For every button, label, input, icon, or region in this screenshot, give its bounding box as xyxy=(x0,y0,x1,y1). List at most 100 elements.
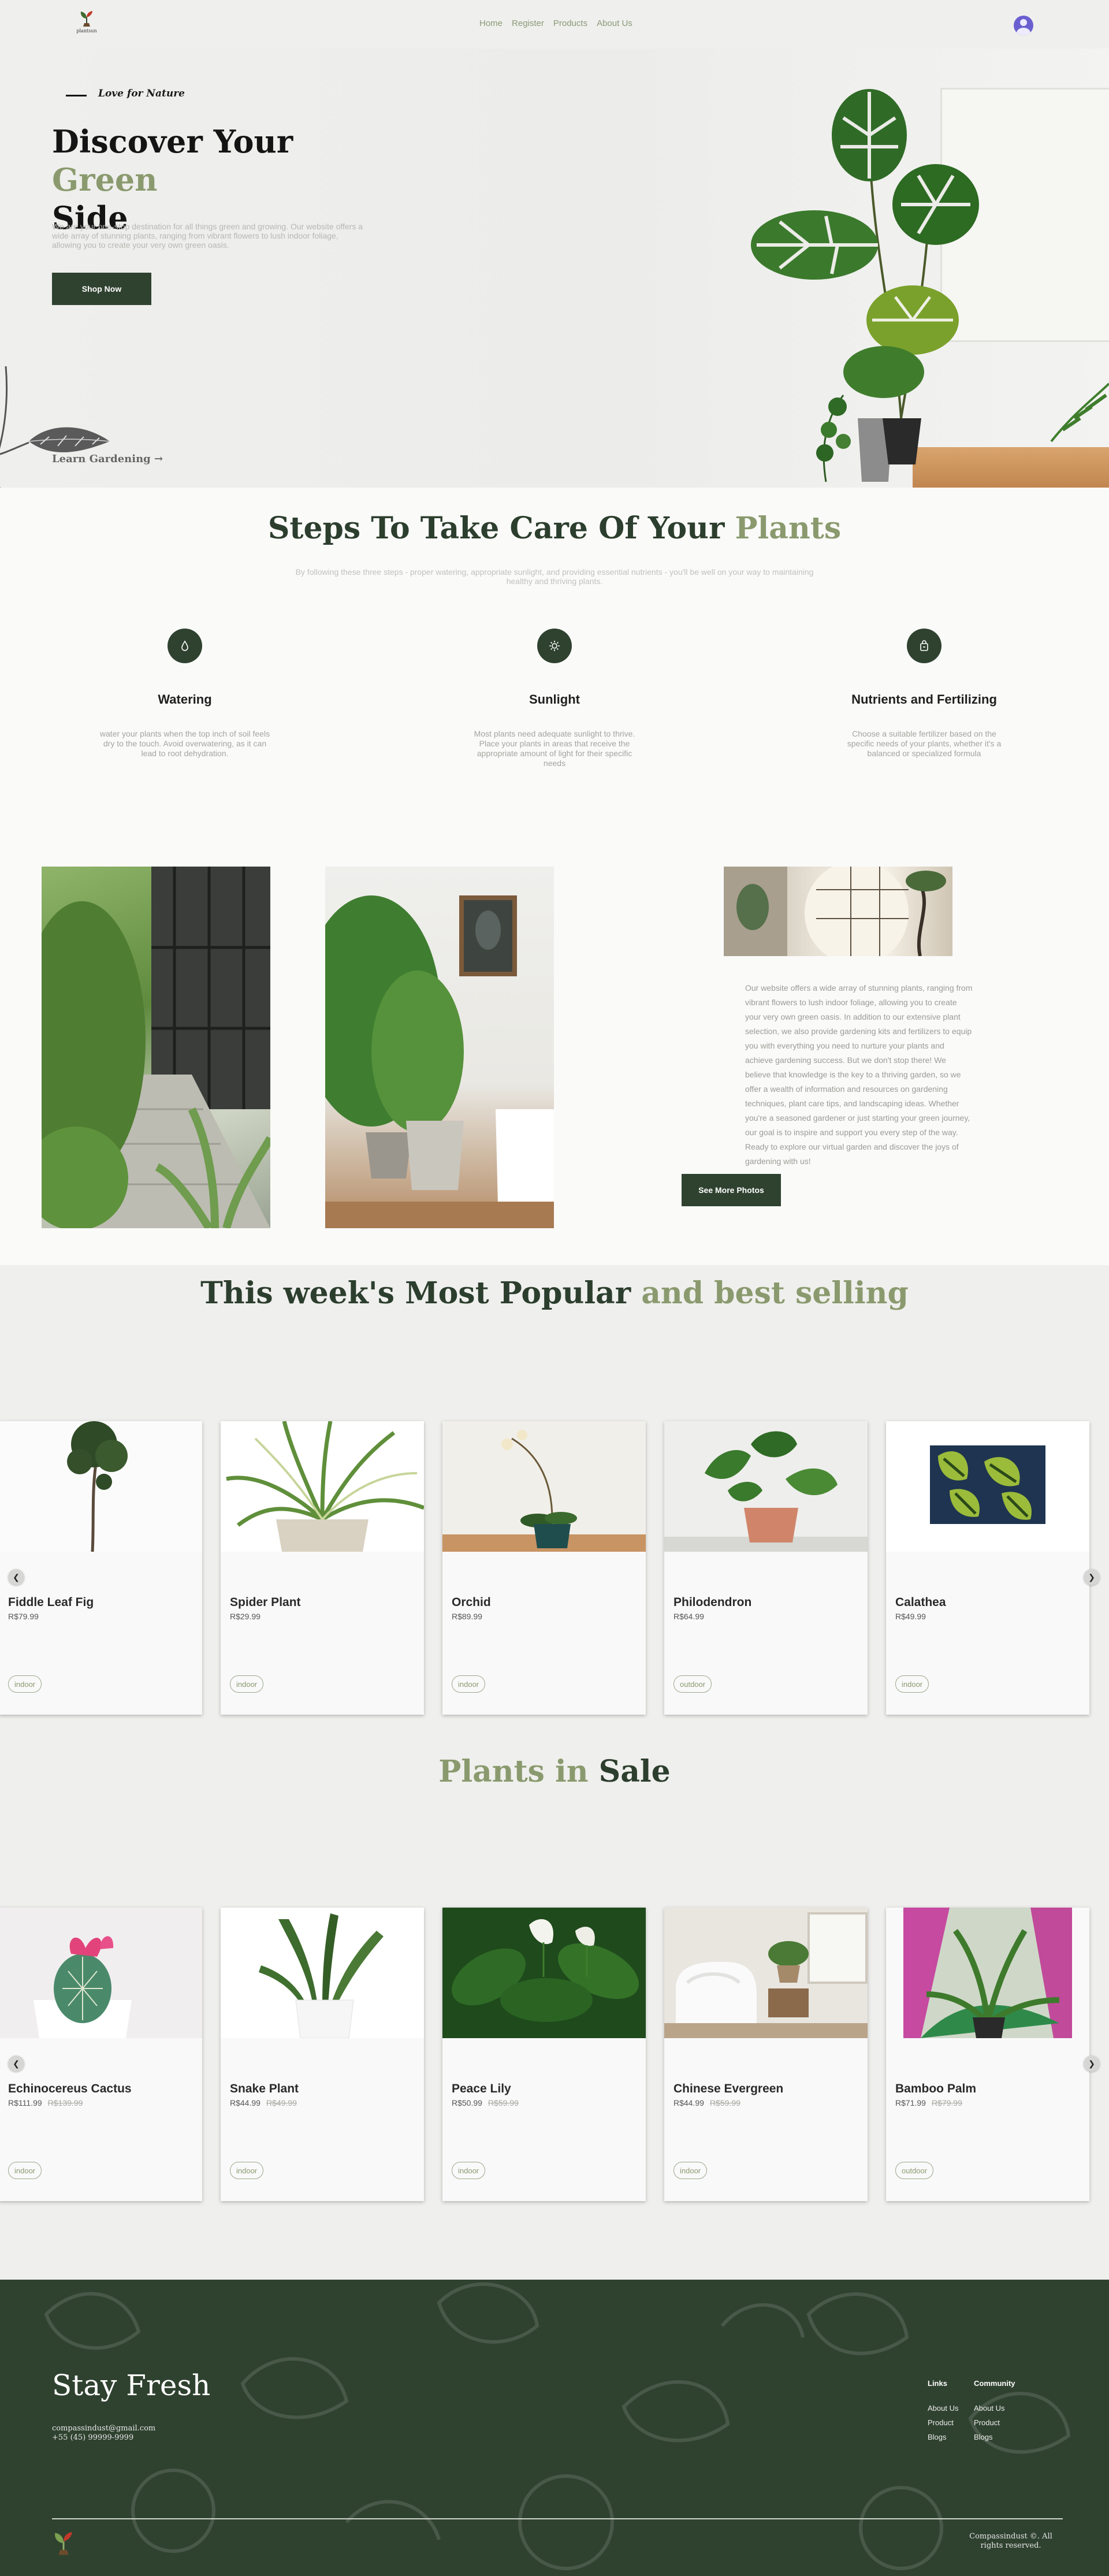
product-price: R$50.99 R$59.99 xyxy=(452,2098,519,2107)
sale-carousel: Echinocereus Cactus R$111.99 R$139.99 ind… xyxy=(0,1908,1109,2202)
step-title: Watering xyxy=(158,692,212,707)
shop-now-button[interactable]: Shop Now xyxy=(52,273,151,305)
sale-section: Plants in Sale Echinocereus Cactus R$111… xyxy=(0,1731,1109,2280)
sale-product-card[interactable]: Chinese Evergreen R$44.99 R$59.99 indoor xyxy=(664,1908,868,2201)
sale-product-card[interactable]: Echinocereus Cactus R$111.99 R$139.99 ind… xyxy=(0,1908,202,2201)
current-price: R$44.99 xyxy=(230,2098,260,2107)
navbar: plantsun Home Register Products About Us xyxy=(0,0,1109,49)
product-card[interactable]: Orchid R$89.99 indoor xyxy=(442,1421,646,1715)
product-image xyxy=(0,1421,202,1552)
product-tag: indoor xyxy=(895,1675,929,1693)
footer-contact: compassindust@gmail.com +55 (45) 99999-9… xyxy=(52,2424,155,2443)
footer-community-blogs[interactable]: Blogs xyxy=(974,2433,1015,2441)
product-card[interactable]: Calathea R$49.99 indoor xyxy=(886,1421,1089,1715)
sun-icon xyxy=(537,629,572,663)
footer-links-heading: Links xyxy=(928,2379,947,2388)
nav-link-home[interactable]: Home xyxy=(479,18,503,28)
sale-title-part2: Sale xyxy=(598,1754,671,1789)
footer-community-about[interactable]: About Us xyxy=(974,2404,1015,2413)
step-nutrients: Nutrients and Fertilizing Choose a suita… xyxy=(838,629,1011,759)
footer-divider xyxy=(52,2518,1063,2519)
carousel-prev-button[interactable]: ❮ xyxy=(8,1569,24,1585)
product-price: R$64.99 xyxy=(673,1612,704,1621)
site-logo[interactable]: plantsun xyxy=(74,9,99,37)
old-price: R$49.99 xyxy=(266,2098,297,2107)
product-name: Calathea xyxy=(895,1596,946,1609)
carousel-prev-button[interactable]: ❮ xyxy=(8,2055,24,2072)
product-card[interactable]: Philodendron R$64.99 outdoor xyxy=(664,1421,868,1715)
nav-link-about[interactable]: About Us xyxy=(597,18,632,28)
hero-title: Discover Your Green Side xyxy=(52,122,399,237)
product-tag: indoor xyxy=(8,2162,42,2179)
product-tag: indoor xyxy=(230,2162,264,2179)
about-text: Our website offers a wide array of stunn… xyxy=(745,983,973,1166)
footer-link-about[interactable]: About Us xyxy=(928,2404,958,2413)
hero-section: Love for Nature Discover Your Green Side… xyxy=(0,49,1109,488)
nav-link-products[interactable]: Products xyxy=(553,18,587,28)
product-price: R$49.99 xyxy=(895,1612,926,1621)
product-name: Spider Plant xyxy=(230,1596,301,1609)
old-price: R$139.99 xyxy=(47,2098,83,2107)
decorative-leaf-image xyxy=(0,366,110,488)
carousel-next-button[interactable]: ❯ xyxy=(1084,1569,1100,1585)
learn-gardening-link[interactable]: Learn Gardening → xyxy=(52,453,163,465)
garden-path-photo xyxy=(42,867,270,1228)
copyright: Compassindust ©. All rights reserved. xyxy=(969,2532,1052,2550)
main-nav: Home Register Products About Us xyxy=(479,18,632,28)
popular-section: This week's Most Popular and best sellin… xyxy=(0,1265,1109,1731)
step-title: Sunlight xyxy=(529,692,580,707)
steps-title-green: Plants xyxy=(735,511,842,546)
step-text: water your plants when the top inch of s… xyxy=(99,729,270,758)
product-price: R$29.99 xyxy=(230,1612,260,1621)
droplet-icon xyxy=(168,629,202,663)
product-price: R$89.99 xyxy=(452,1612,482,1621)
product-tag: indoor xyxy=(452,1675,486,1693)
footer-community-product[interactable]: Product xyxy=(974,2418,1015,2427)
step-text: Choose a suitable fertilizer based on th… xyxy=(847,729,1002,758)
product-card[interactable]: Fiddle Leaf Fig R$79.99 indoor xyxy=(0,1421,202,1715)
popular-carousel: Fiddle Leaf Fig R$79.99 indoor Spider Pl… xyxy=(0,1421,1109,1716)
gallery-section: Our website offers a wide array of stunn… xyxy=(0,832,1109,1265)
product-image xyxy=(221,1908,424,2038)
footer-link-blogs[interactable]: Blogs xyxy=(928,2433,958,2441)
current-price: R$44.99 xyxy=(673,2098,704,2107)
carousel-next-button[interactable]: ❯ xyxy=(1084,2055,1100,2072)
product-name: Chinese Evergreen xyxy=(673,2082,784,2095)
product-tag: indoor xyxy=(452,2162,486,2179)
sale-product-card[interactable]: Peace Lily R$50.99 R$59.99 indoor xyxy=(442,1908,646,2201)
step-text: Most plants need adequate sunlight to th… xyxy=(474,729,635,768)
current-price: R$71.99 xyxy=(895,2098,926,2107)
tagline-dash xyxy=(66,95,87,96)
sale-product-card[interactable]: Snake Plant R$44.99 R$49.99 indoor xyxy=(221,1908,424,2201)
product-tag: indoor xyxy=(8,1675,42,1693)
product-image xyxy=(664,1908,868,2038)
footer-community-heading: Community xyxy=(974,2379,1015,2388)
steps-title-part1: Steps To Take Care Of Your xyxy=(267,511,735,546)
sale-product-card[interactable]: Bamboo Palm R$71.99 R$79.99 outdoor xyxy=(886,1908,1089,2201)
old-price: R$59.99 xyxy=(487,2098,519,2107)
hero-tagline: Love for Nature xyxy=(98,88,185,99)
footer-link-product[interactable]: Product xyxy=(928,2418,958,2427)
old-price: R$59.99 xyxy=(709,2098,740,2107)
footer-phone: +55 (45) 99999-9999 xyxy=(52,2433,134,2442)
user-avatar[interactable] xyxy=(1014,16,1033,35)
care-steps-section: Steps To Take Care Of Your Plants By fol… xyxy=(0,488,1109,832)
product-card[interactable]: Spider Plant R$29.99 indoor xyxy=(221,1421,424,1715)
sale-title: Plants in Sale xyxy=(0,1754,1109,1789)
footer-community-column: Community About Us Product Blogs xyxy=(974,2379,1015,2447)
product-name: Snake Plant xyxy=(230,2082,299,2095)
product-price: R$44.99 R$59.99 xyxy=(673,2098,740,2107)
footer-links-column: Links About Us Product Blogs xyxy=(928,2379,958,2447)
nav-link-register[interactable]: Register xyxy=(512,18,544,28)
product-image xyxy=(886,1908,1089,2038)
sale-title-green: Plants in xyxy=(438,1754,599,1789)
see-more-photos-button[interactable]: See More Photos xyxy=(682,1174,781,1206)
step-sunlight: Sunlight Most plants need adequate sunli… xyxy=(468,629,641,768)
footer-logo-icon[interactable] xyxy=(51,2529,76,2557)
product-name: Peace Lily xyxy=(452,2082,511,2095)
product-tag: indoor xyxy=(673,2162,708,2179)
footer-email[interactable]: compassindust@gmail.com xyxy=(52,2424,155,2433)
product-name: Echinocereus Cactus xyxy=(8,2082,132,2095)
product-image xyxy=(664,1421,868,1552)
popular-title-green: and best selling xyxy=(641,1276,909,1311)
